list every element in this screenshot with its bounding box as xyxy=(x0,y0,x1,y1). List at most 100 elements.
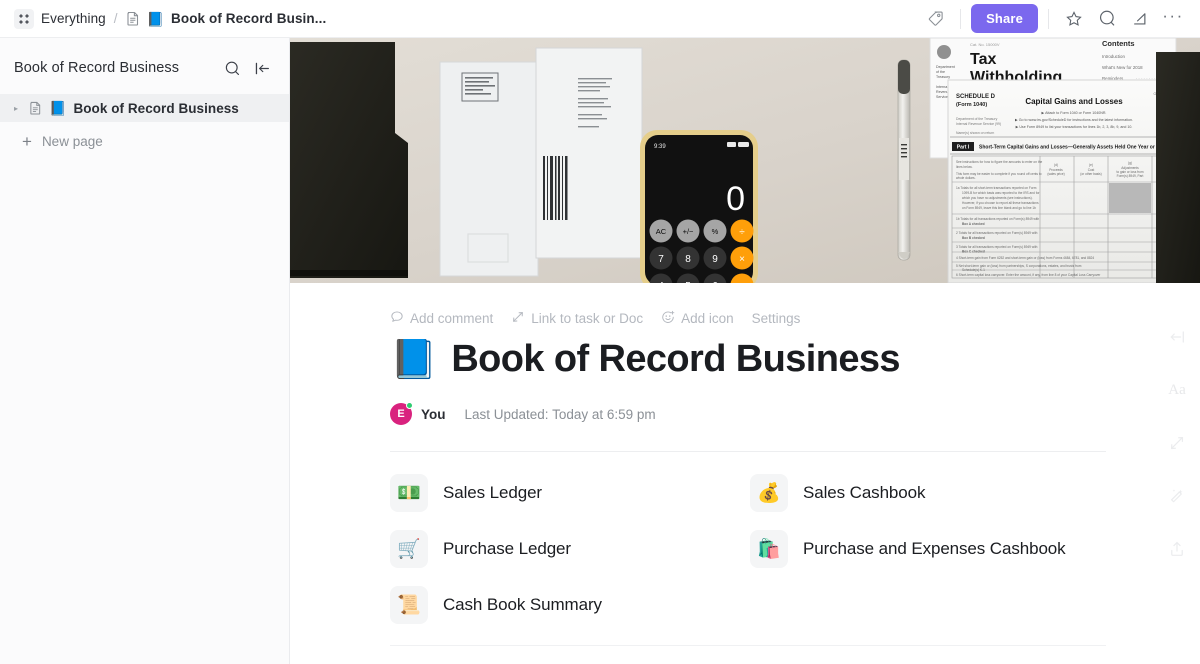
relationship-icon[interactable] xyxy=(1163,429,1191,457)
svg-text:Box B checked: Box B checked xyxy=(962,236,985,240)
svg-text:3 Totals for all transaction: 3 Totals for all transactions reported o… xyxy=(956,245,1038,249)
text-format-icon[interactable]: Aa xyxy=(1163,376,1191,404)
sidebar-item-book-of-record-business[interactable]: ▸ 📘 Book of Record Business xyxy=(0,94,289,122)
sidebar-title: Book of Record Business xyxy=(14,60,180,76)
add-icon-button[interactable]: Add icon xyxy=(661,310,734,327)
svg-text:6: 6 xyxy=(712,281,718,283)
star-icon[interactable] xyxy=(1059,4,1089,34)
add-comment-button[interactable]: Add comment xyxy=(390,310,493,327)
breadcrumb-current-page[interactable]: Book of Record Busin... xyxy=(171,11,326,26)
list-item-purchase-and-expenses-cashbook[interactable]: 🛍️ Purchase and Expenses Cashbook xyxy=(750,521,1110,577)
list-item-label: Sales Ledger xyxy=(443,483,542,502)
svg-text:Internal Revenue Service (99): Internal Revenue Service (99) xyxy=(956,122,1001,126)
svg-text:Department of the Treasury: Department of the Treasury xyxy=(956,117,998,121)
svg-text:Contents: Contents xyxy=(1102,39,1135,48)
settings-button[interactable]: Settings xyxy=(752,311,801,326)
last-updated-value: Today at 6:59 pm xyxy=(552,406,656,422)
add-icon-label: Add icon xyxy=(681,311,734,326)
list-item-purchase-ledger[interactable]: 🛒 Purchase Ledger xyxy=(390,521,750,577)
more-options-label: ··· xyxy=(1162,5,1184,25)
svg-text:Cat. No. 15000V: Cat. No. 15000V xyxy=(970,42,1000,47)
ai-magic-wand-icon[interactable] xyxy=(1163,482,1191,510)
svg-text:1099-B for which basis was rep: 1099-B for which basis was reported to t… xyxy=(962,191,1040,195)
sidebar-header-icons xyxy=(219,55,275,81)
collapse-arrow-icon[interactable] xyxy=(1125,4,1155,34)
share-upload-icon[interactable] xyxy=(1163,535,1191,563)
share-button[interactable]: Share xyxy=(971,4,1038,33)
svg-text:▶ Attach to Form 1040 or Form: ▶ Attach to Form 1040 or Form 1040NR. xyxy=(1042,111,1107,115)
linked-pages-grid: 💵 Sales Ledger 💰 Sales Cashbook 🛒 Purcha… xyxy=(390,465,1106,633)
breadcrumb-everything[interactable]: Everything xyxy=(41,11,106,26)
list-item-cash-book-summary[interactable]: 📜 Cash Book Summary xyxy=(390,577,750,633)
svg-text:on Form 8949, leave this line: on Form 8949, leave this line blank and … xyxy=(962,206,1036,210)
right-rail: Aa xyxy=(1154,323,1200,563)
svg-text:(Form 1040): (Form 1040) xyxy=(956,102,987,108)
page-title[interactable]: Book of Record Business xyxy=(451,338,900,381)
svg-text:4 Short-term gain from Form: 4 Short-term gain from Form 6252 and sho… xyxy=(956,256,1094,260)
document-area: 9:39 0 AC +/− % ÷ 7 8 9 × Department of … xyxy=(290,38,1200,664)
apps-grid-icon[interactable] xyxy=(14,8,34,29)
svg-text:Internal: Internal xyxy=(936,85,948,89)
top-bar: Everything / 📘 Book of Record Busin... S… xyxy=(0,0,1200,38)
page-title-row: 📘 Book of Record Business xyxy=(390,338,1106,381)
svg-text:(or other basis): (or other basis) xyxy=(1080,172,1101,176)
toolbar-divider-1 xyxy=(960,8,962,29)
sidebar-search-icon[interactable] xyxy=(219,55,245,81)
new-page-label: New page xyxy=(41,133,103,149)
breadcrumb-separator: / xyxy=(113,11,118,26)
svg-text:Department: Department xyxy=(936,65,955,69)
more-options-button[interactable]: ··· xyxy=(1158,4,1188,34)
collapse-right-icon[interactable] xyxy=(1163,323,1191,351)
document-body: Add comment Link to task or Doc Add icon… xyxy=(290,283,1200,646)
svg-text:−: − xyxy=(739,281,745,283)
comment-icon xyxy=(390,310,404,327)
collapse-sidebar-icon[interactable] xyxy=(249,55,275,81)
svg-text:Part I: Part I xyxy=(957,145,970,151)
link-task-icon xyxy=(511,310,525,327)
svg-text:Capital Gains and Losses: Capital Gains and Losses xyxy=(1025,97,1123,106)
svg-text:AC: AC xyxy=(656,227,667,236)
shopping-cart-icon: 🛒 xyxy=(390,530,428,568)
cover-image[interactable]: 9:39 0 AC +/− % ÷ 7 8 9 × Department of … xyxy=(290,38,1200,283)
document-icon xyxy=(126,11,140,26)
svg-text:▶ Go to www.irs.gov/ScheduleD: ▶ Go to www.irs.gov/ScheduleD for instru… xyxy=(1015,118,1133,122)
svg-text:8: 8 xyxy=(685,254,691,265)
svg-text:(d): (d) xyxy=(1054,163,1058,167)
svg-text:1b Totals for all transaction: 1b Totals for all transactions reported … xyxy=(956,217,1039,221)
svg-text:9:39: 9:39 xyxy=(654,144,666,150)
presence-dot-icon xyxy=(406,402,413,409)
svg-text:Service: Service xyxy=(936,95,948,99)
divider-bottom xyxy=(390,645,1106,646)
plus-icon: + xyxy=(22,131,32,151)
scroll-icon: 📜 xyxy=(390,586,428,624)
breadcrumb: Everything / 📘 Book of Record Busin... xyxy=(14,8,326,29)
svg-text:What's New for 2018: What's New for 2018 xyxy=(1102,65,1143,70)
link-to-task-button[interactable]: Link to task or Doc xyxy=(511,310,643,327)
list-item-label: Purchase and Expenses Cashbook xyxy=(803,539,1066,558)
svg-text:of the: of the xyxy=(936,70,945,74)
shopping-bags-icon: 🛍️ xyxy=(750,530,788,568)
money-bag-icon: 💰 xyxy=(750,474,788,512)
search-icon[interactable] xyxy=(1092,4,1122,34)
tag-icon[interactable] xyxy=(920,4,950,34)
svg-text:6 Short-term capital loss ca: 6 Short-term capital loss carryover. Ent… xyxy=(956,273,1101,277)
last-updated-prefix: Last Updated: xyxy=(464,406,549,422)
list-item-sales-cashbook[interactable]: 💰 Sales Cashbook xyxy=(750,465,1110,521)
svg-text:Form(s) 8949, Part: Form(s) 8949, Part xyxy=(1117,174,1144,178)
avatar[interactable]: E xyxy=(390,402,413,425)
new-page-button[interactable]: + New page xyxy=(0,126,289,156)
add-comment-label: Add comment xyxy=(410,311,494,326)
add-icon-emoji xyxy=(661,310,675,327)
app-root: Everything / 📘 Book of Record Busin... S… xyxy=(0,0,1200,664)
sidebar-item-emoji: 📘 xyxy=(49,100,67,116)
divider-top xyxy=(390,451,1106,452)
list-item-sales-ledger[interactable]: 💵 Sales Ledger xyxy=(390,465,750,521)
svg-text:Treasury: Treasury xyxy=(936,75,950,79)
svg-text:Tax: Tax xyxy=(970,51,996,68)
sidebar-header: Book of Record Business xyxy=(0,42,289,94)
svg-text:However, if you choose to repo: However, if you choose to report all the… xyxy=(962,201,1039,205)
svg-text:Name(s) shown on return: Name(s) shown on return xyxy=(956,131,994,135)
page-title-emoji[interactable]: 📘 xyxy=(390,341,437,379)
expand-caret-icon[interactable]: ▸ xyxy=(10,104,22,113)
svg-text:7: 7 xyxy=(658,254,664,265)
